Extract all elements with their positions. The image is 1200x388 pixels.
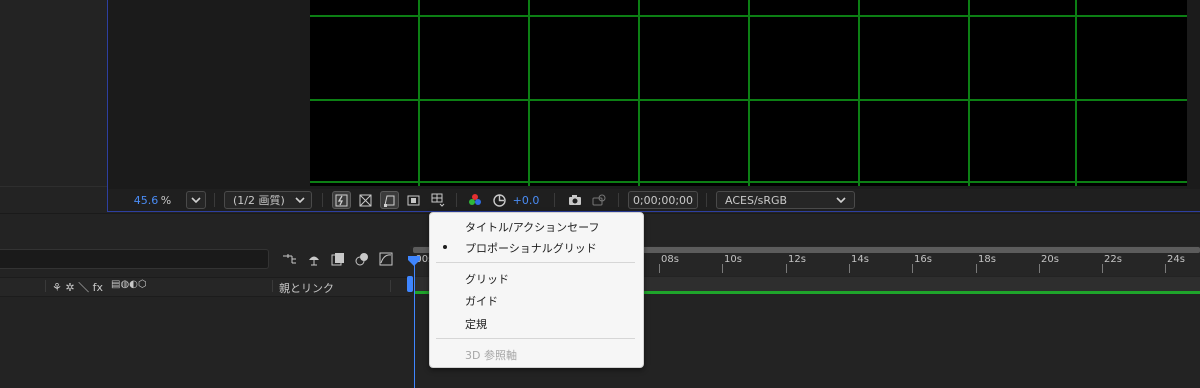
switches-column-icons: ⚘ ✲ ＼ fx: [52, 281, 103, 294]
flowchart-icon: [283, 254, 296, 264]
guide-options-button[interactable]: [428, 189, 447, 211]
exposure-value[interactable]: +0.0: [512, 189, 540, 211]
show-snapshot-icon: [592, 194, 606, 206]
grid-guide-icon: [431, 193, 444, 207]
menu-item-label: グリッド: [465, 273, 509, 286]
grid-line: [968, 0, 970, 186]
menu-item-label: ガイド: [465, 295, 498, 308]
resolution-dropdown[interactable]: (1/2 画質): [224, 191, 312, 209]
chevron-down-icon: [836, 197, 846, 203]
menu-item-3d-reference-axes: 3D 参照軸: [430, 344, 643, 364]
region-of-interest-icon: [407, 195, 420, 205]
ruler-label: 24s: [1167, 254, 1185, 265]
menu-item-label: タイトル/アクションセーフ: [465, 221, 600, 234]
motion-blur-icon: [355, 253, 368, 266]
resolution-label: (1/2 画質): [233, 194, 285, 207]
transparency-grid-button[interactable]: [356, 189, 375, 211]
chevron-down-icon: [295, 197, 305, 203]
ruler-label: 12s: [788, 254, 806, 265]
grid-line: [310, 99, 1187, 101]
grid-line: [418, 0, 420, 186]
menu-item-grid[interactable]: グリッド: [430, 268, 643, 288]
menu-item-proportional-grid[interactable]: プロポーショナルグリッド: [430, 237, 643, 257]
playhead-handle-icon[interactable]: [408, 256, 420, 266]
exposure-icon: [492, 193, 506, 207]
comp-flowchart-button[interactable]: [281, 250, 299, 268]
camera-icon: [569, 195, 581, 205]
ruler-label: 20s: [1041, 254, 1059, 265]
frame-blending-button[interactable]: [329, 250, 347, 268]
menu-item-label: 定規: [465, 318, 487, 331]
frame-blending-icon: [331, 253, 344, 266]
ruler-label: 22s: [1104, 254, 1122, 265]
menu-item-rulers[interactable]: 定規: [430, 313, 643, 333]
graph-editor-button[interactable]: [377, 250, 395, 268]
snapshot-button[interactable]: [566, 189, 584, 211]
grid-line: [310, 181, 1187, 183]
ruler-label: 18s: [978, 254, 996, 265]
menu-item-label: プロポーショナルグリッド: [465, 242, 597, 255]
menu-separator: [436, 338, 635, 339]
transparency-grid-icon: [359, 194, 372, 206]
project-panel: [0, 0, 107, 212]
mask-path-button[interactable]: [380, 191, 399, 209]
shy-layers-button[interactable]: [305, 250, 323, 268]
adjustment-icon: ▤◍◐⬡: [111, 279, 147, 290]
graph-editor-icon: [379, 252, 393, 266]
rgb-channel-icon: [469, 194, 481, 205]
ruler-label: 16s: [914, 254, 932, 265]
grid-line: [858, 0, 860, 186]
composition-canvas[interactable]: [310, 0, 1187, 186]
grid-line: [1075, 0, 1077, 186]
checked-bullet-icon: [443, 245, 447, 249]
menu-item-title-action-safe[interactable]: タイトル/アクションセーフ: [430, 216, 643, 236]
motion-blur-button[interactable]: [353, 250, 371, 268]
layer-column-header: ⚘ ✲ ＼ fx ▤◍◐⬡: [0, 277, 410, 297]
color-space-dropdown[interactable]: ACES/sRGB: [716, 191, 855, 209]
grid-line: [748, 0, 750, 186]
layer-search-input[interactable]: [0, 249, 269, 269]
ruler-label: 10s: [724, 254, 742, 265]
fast-previews-button[interactable]: [332, 191, 351, 209]
zoom-dropdown[interactable]: [186, 191, 206, 209]
playhead-layer-marker: [407, 276, 413, 292]
shy-icon: [309, 256, 319, 265]
grid-line: [528, 0, 530, 186]
fast-previews-icon: [335, 194, 348, 206]
grid-line: [638, 0, 640, 186]
ruler-label: 08s: [661, 254, 679, 265]
menu-item-guides[interactable]: ガイド: [430, 290, 643, 310]
chevron-down-icon: [191, 197, 201, 203]
zoom-value[interactable]: 45.6: [134, 189, 159, 211]
guide-options-menu: タイトル/アクションセーフ プロポーショナルグリッド グリッド ガイド 定規 3…: [429, 212, 644, 368]
zoom-unit: %: [160, 193, 172, 207]
reset-exposure-button[interactable]: [490, 189, 508, 211]
region-of-interest-button[interactable]: [404, 189, 423, 211]
current-time-indicator[interactable]: [414, 262, 415, 388]
parent-link-column-label[interactable]: 親とリンク: [279, 280, 334, 296]
menu-separator: [436, 262, 635, 263]
menu-item-label: 3D 参照軸: [465, 349, 517, 362]
viewer-toolbar: 45.6 % (1/2 画質) +0.0 0;00;00;00 ACES/sRG…: [108, 189, 1200, 211]
ruler-label: 14s: [851, 254, 869, 265]
current-time-display[interactable]: 0;00;00;00: [628, 191, 698, 209]
show-snapshot-button[interactable]: [590, 189, 608, 211]
mask-path-icon: [384, 195, 395, 207]
show-channel-button[interactable]: [466, 189, 484, 211]
grid-line: [310, 15, 1187, 17]
color-space-label: ACES/sRGB: [725, 193, 788, 207]
